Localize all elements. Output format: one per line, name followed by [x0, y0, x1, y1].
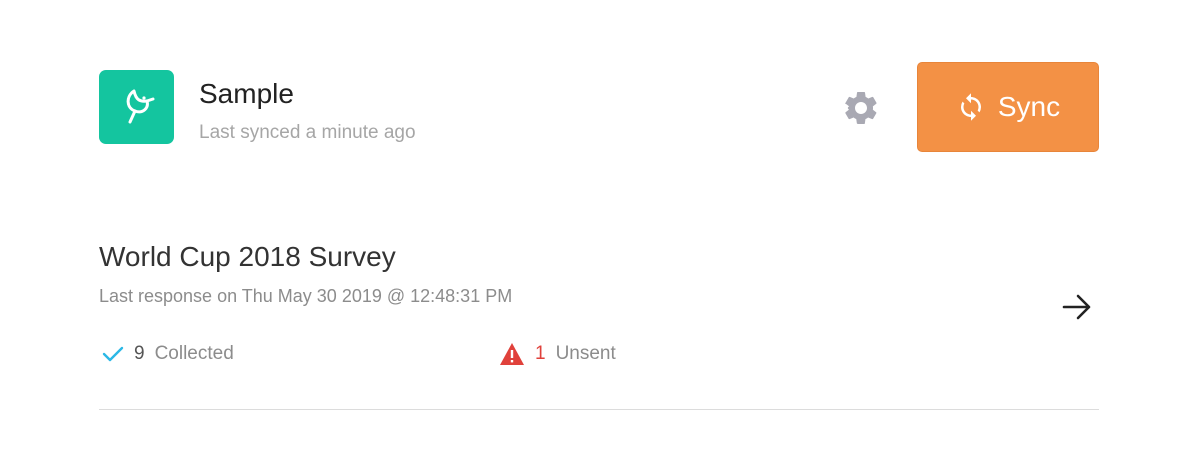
survey-last-response: Last response on Thu May 30 2019 @ 12:48… [99, 286, 513, 306]
unsent-stat: 1 Unsent [499, 340, 616, 368]
sync-page: Sample Last synced a minute ago Sync Wor… [0, 0, 1182, 455]
sync-button-label: Sync [997, 91, 1061, 122]
survey-title[interactable]: World Cup 2018 Survey [99, 239, 396, 275]
app-logo [99, 70, 174, 144]
collected-label: Collected [154, 343, 234, 364]
app-name: Sample [199, 78, 294, 109]
sync-status: Last synced a minute ago [199, 122, 416, 143]
sync-arrows-icon [956, 92, 986, 122]
settings-button[interactable] [840, 88, 882, 128]
collected-count: 9 [134, 343, 145, 364]
checkmark-icon [102, 345, 124, 363]
arrow-right-icon [1062, 294, 1091, 320]
open-survey-button[interactable] [1058, 288, 1096, 326]
sync-button[interactable]: Sync [917, 62, 1099, 152]
warning-triangle-icon [499, 342, 525, 366]
unsent-label: Unsent [555, 343, 616, 364]
unsent-count: 1 [535, 343, 546, 364]
gear-icon [844, 91, 877, 124]
collected-stat: 9 Collected [102, 340, 234, 368]
divider [99, 409, 1099, 410]
bird-logo-icon [126, 89, 154, 124]
